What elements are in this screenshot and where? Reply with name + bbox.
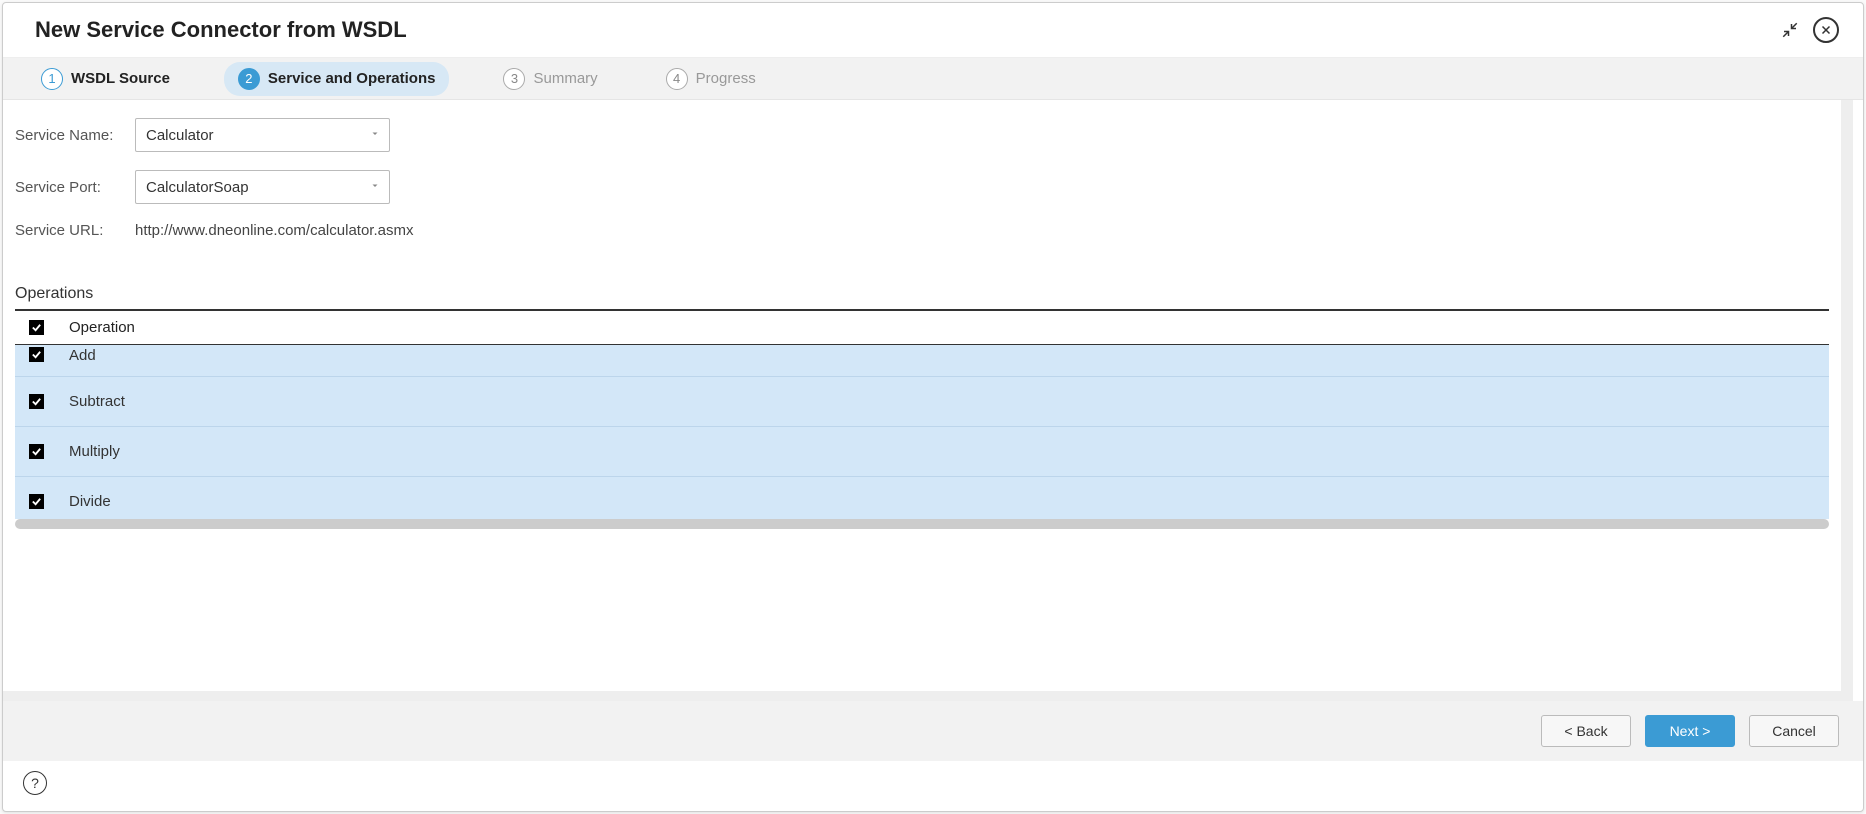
operation-row[interactable]: Divide [15, 477, 1829, 519]
content-panel: Service Name: Calculator Service Port: C… [3, 100, 1853, 701]
checkbox-operation[interactable] [29, 394, 44, 409]
next-button[interactable]: Next > [1645, 715, 1735, 747]
column-header-operation: Operation [69, 319, 135, 336]
step-label: WSDL Source [71, 70, 170, 87]
step-number: 1 [41, 68, 63, 90]
label-service-name: Service Name: [15, 127, 135, 144]
checkbox-select-all[interactable] [29, 320, 44, 335]
step-number: 3 [503, 68, 525, 90]
collapse-icon[interactable] [1777, 17, 1803, 43]
step-service-operations[interactable]: 2 Service and Operations [224, 62, 450, 96]
label-service-url: Service URL: [15, 222, 135, 239]
close-icon[interactable] [1813, 17, 1839, 43]
label-service-port: Service Port: [15, 179, 135, 196]
dialog-title: New Service Connector from WSDL [35, 17, 407, 43]
step-label: Service and Operations [268, 70, 436, 87]
step-progress[interactable]: 4 Progress [652, 62, 770, 96]
horizontal-scrollbar[interactable] [15, 519, 1829, 529]
select-service-port-value: CalculatorSoap [146, 179, 249, 196]
dialog-header: New Service Connector from WSDL [3, 3, 1863, 58]
checkbox-operation[interactable] [29, 444, 44, 459]
operation-name: Multiply [69, 443, 120, 460]
cancel-button[interactable]: Cancel [1749, 715, 1839, 747]
back-button[interactable]: < Back [1541, 715, 1631, 747]
dialog-footer: < Back Next > Cancel [3, 701, 1863, 761]
value-service-url: http://www.dneonline.com/calculator.asmx [135, 222, 413, 239]
operation-row[interactable]: Add [15, 345, 1829, 377]
step-label: Progress [696, 70, 756, 87]
chevron-down-icon [369, 127, 381, 144]
operations-body[interactable]: Add Subtract Multi [15, 345, 1829, 519]
select-service-port[interactable]: CalculatorSoap [135, 170, 390, 204]
dialog-new-service-connector: New Service Connector from WSDL 1 WS [2, 2, 1864, 812]
select-service-name[interactable]: Calculator [135, 118, 390, 152]
operation-row[interactable]: Multiply [15, 427, 1829, 477]
checkbox-operation[interactable] [29, 347, 44, 362]
operations-table: Operation Add [15, 309, 1829, 519]
header-icons [1777, 17, 1839, 43]
checkbox-operation[interactable] [29, 494, 44, 509]
operations-table-header: Operation [15, 311, 1829, 345]
step-summary[interactable]: 3 Summary [489, 62, 611, 96]
help-icon[interactable]: ? [23, 771, 47, 795]
chevron-down-icon [369, 179, 381, 196]
wizard-steps: 1 WSDL Source 2 Service and Operations 3… [3, 58, 1863, 100]
help-bar: ? [3, 761, 1863, 811]
step-number: 2 [238, 68, 260, 90]
form-area: Service Name: Calculator Service Port: C… [3, 100, 1841, 257]
operation-name: Add [69, 347, 96, 364]
operation-name: Subtract [69, 393, 125, 410]
step-number: 4 [666, 68, 688, 90]
operation-name: Divide [69, 493, 111, 510]
row-service-url: Service URL: http://www.dneonline.com/ca… [15, 222, 1841, 239]
operations-heading: Operations [15, 285, 1841, 303]
row-service-name: Service Name: Calculator [15, 118, 1841, 152]
select-service-name-value: Calculator [146, 127, 214, 144]
step-wsdl-source[interactable]: 1 WSDL Source [27, 62, 184, 96]
step-label: Summary [533, 70, 597, 87]
operation-row[interactable]: Subtract [15, 377, 1829, 427]
row-service-port: Service Port: CalculatorSoap [15, 170, 1841, 204]
